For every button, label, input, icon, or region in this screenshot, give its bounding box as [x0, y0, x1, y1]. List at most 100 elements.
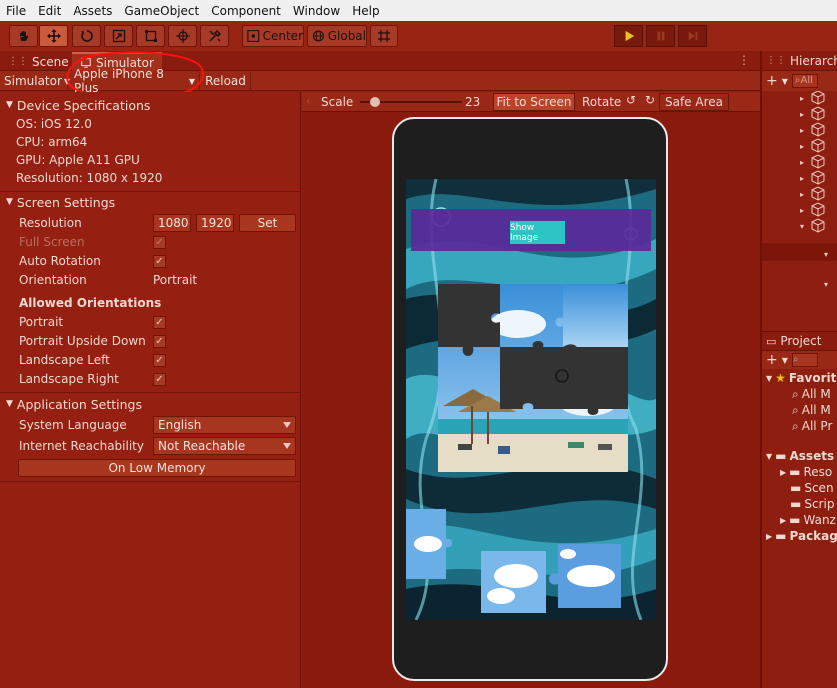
- svg-text:▸: ▸: [800, 110, 804, 119]
- loose-piece-2[interactable]: [481, 551, 546, 613]
- search-icon: ⌕: [792, 386, 799, 401]
- scale-slider-track[interactable]: [360, 97, 462, 107]
- rotate-right-icon[interactable]: ↻: [645, 93, 655, 107]
- hierarchy-search-input[interactable]: ⌕All: [791, 74, 818, 88]
- space-label: Global: [327, 29, 366, 43]
- asset-folder-label: Scrip: [804, 497, 835, 511]
- safe-area-toggle[interactable]: Safe Area: [659, 93, 729, 111]
- show-image-button[interactable]: Show Image: [510, 221, 565, 244]
- asset-folder-item[interactable]: ▬ Scrip: [790, 496, 834, 512]
- mode-dropdown[interactable]: Simulator ▼: [0, 72, 70, 90]
- play-icon: [625, 30, 634, 42]
- system-language-dropdown[interactable]: English: [153, 416, 296, 434]
- svg-text:▸: ▸: [800, 158, 804, 167]
- pivot-icon: [247, 30, 260, 42]
- add-icon[interactable]: +: [766, 352, 778, 368]
- packages-folder[interactable]: ▶ ▬ Packag: [766, 528, 837, 544]
- asset-folder-item[interactable]: ▬ Scen: [790, 480, 834, 496]
- menu-window[interactable]: Window: [287, 4, 346, 18]
- svg-text:▾: ▾: [824, 250, 828, 259]
- project-search-input[interactable]: ⌕: [791, 353, 818, 367]
- puzzle-board: [438, 284, 628, 472]
- asset-folder-item[interactable]: ▶ ▬ Wanz: [780, 512, 836, 528]
- device-specs-header[interactable]: ▼ Device Specifications: [0, 95, 150, 115]
- asset-folder-label: Scen: [804, 481, 834, 495]
- foldout-arrow-icon: ▼: [6, 399, 13, 409]
- favorite-item[interactable]: ⌕ All M: [792, 386, 831, 402]
- tab-menu-icon[interactable]: ⋮: [738, 53, 750, 67]
- asset-folder-item[interactable]: ▶ ▬ Reso: [780, 464, 832, 480]
- favorites-header[interactable]: ▼ ★ Favorit: [766, 370, 836, 386]
- portrait-upside-down-checkbox[interactable]: ✓: [153, 335, 166, 348]
- scale-slider-thumb[interactable]: [370, 97, 380, 107]
- pause-button[interactable]: [646, 25, 675, 47]
- on-low-memory-button[interactable]: On Low Memory: [18, 459, 296, 477]
- play-button[interactable]: [614, 25, 643, 47]
- device-frame: Show Image: [392, 117, 668, 681]
- pause-icon: [657, 31, 664, 41]
- resolution-width-field[interactable]: 1080: [153, 214, 191, 232]
- landscape-left-label: Landscape Left: [19, 353, 110, 367]
- star-icon: ★: [775, 371, 786, 385]
- loose-piece-1[interactable]: [406, 509, 454, 579]
- foldout-arrow-icon: ▼: [766, 373, 773, 383]
- menu-component[interactable]: Component: [205, 4, 287, 18]
- move-tool-button[interactable]: [39, 25, 68, 47]
- rotate-left-icon[interactable]: ↺: [626, 93, 636, 107]
- right-docked-panels: ⋮⋮ Hierarchy + ▼ ⌕All ▸▸▸ ▸▸▸: [760, 51, 837, 688]
- project-tab[interactable]: ▭ Project: [762, 331, 837, 351]
- menu-file[interactable]: File: [0, 4, 32, 18]
- landscape-right-checkbox[interactable]: ✓: [153, 373, 166, 386]
- resolution-height-field[interactable]: 1920: [196, 214, 234, 232]
- hierarchy-tab[interactable]: ⋮⋮ Hierarchy: [762, 51, 837, 71]
- assets-folder[interactable]: ▼ ▬ Assets: [766, 448, 834, 464]
- game-screen: Show Image: [406, 179, 656, 620]
- system-language-label: System Language: [19, 418, 127, 432]
- tab-grip-icon: ⋮⋮: [8, 56, 28, 67]
- grid-icon: [378, 30, 390, 42]
- internet-reachability-dropdown[interactable]: Not Reachable: [153, 437, 296, 455]
- application-settings-title: Application Settings: [16, 396, 143, 412]
- asset-folder-label: Reso: [803, 465, 833, 479]
- loose-piece-3[interactable]: [546, 544, 628, 608]
- search-icon: ⌕: [792, 418, 799, 433]
- screen-settings-header[interactable]: ▼ Screen Settings: [0, 192, 115, 212]
- hand-tool-button[interactable]: [9, 25, 38, 47]
- search-icon: ⌕: [792, 402, 799, 417]
- space-toggle-button[interactable]: Global: [307, 25, 367, 47]
- fit-to-screen-button[interactable]: Fit to Screen: [493, 93, 575, 111]
- simulator-settings-panel: ▼ Device Specifications OS: iOS 12.0 CPU…: [0, 92, 301, 688]
- application-settings-header[interactable]: ▼ Application Settings: [0, 394, 142, 414]
- rotate-tool-button[interactable]: [72, 25, 101, 47]
- menu-gameobject[interactable]: GameObject: [118, 4, 205, 18]
- step-button[interactable]: [678, 25, 707, 47]
- transform-tool-button[interactable]: [168, 25, 197, 47]
- set-resolution-button[interactable]: Set: [239, 214, 296, 232]
- add-icon[interactable]: +: [766, 73, 778, 89]
- orientation-label: Orientation: [19, 273, 87, 287]
- svg-text:▾: ▾: [824, 280, 828, 289]
- menu-assets[interactable]: Assets: [67, 4, 118, 18]
- hierarchy-title: Hierarchy: [790, 53, 837, 68]
- favorite-item[interactable]: ⌕ All M: [792, 402, 831, 418]
- internet-reachability-value: Not Reachable: [158, 439, 246, 453]
- landscape-left-checkbox[interactable]: ✓: [153, 354, 166, 367]
- portrait-checkbox[interactable]: ✓: [153, 316, 166, 329]
- favorite-item[interactable]: ⌕ All Pr: [792, 418, 832, 434]
- scale-tool-button[interactable]: [104, 25, 133, 47]
- auto-rotation-checkbox[interactable]: ✓: [153, 255, 166, 268]
- rect-tool-button[interactable]: [136, 25, 165, 47]
- landscape-right-label: Landscape Right: [19, 372, 119, 386]
- pivot-toggle-button[interactable]: Center: [242, 25, 304, 47]
- scroll-left-icon[interactable]: ‹: [306, 94, 310, 107]
- project-title: Project: [780, 334, 822, 348]
- folder-icon: ▭: [766, 334, 777, 348]
- svg-text:▸: ▸: [800, 174, 804, 183]
- menu-help[interactable]: Help: [346, 4, 385, 18]
- menu-edit[interactable]: Edit: [32, 4, 67, 18]
- custom-tool-button[interactable]: [200, 25, 229, 47]
- scale-label: Scale: [321, 95, 354, 109]
- grid-snap-button[interactable]: [370, 25, 398, 47]
- foldout-arrow-icon: ▼: [6, 197, 13, 207]
- full-screen-checkbox[interactable]: ✓: [153, 236, 166, 249]
